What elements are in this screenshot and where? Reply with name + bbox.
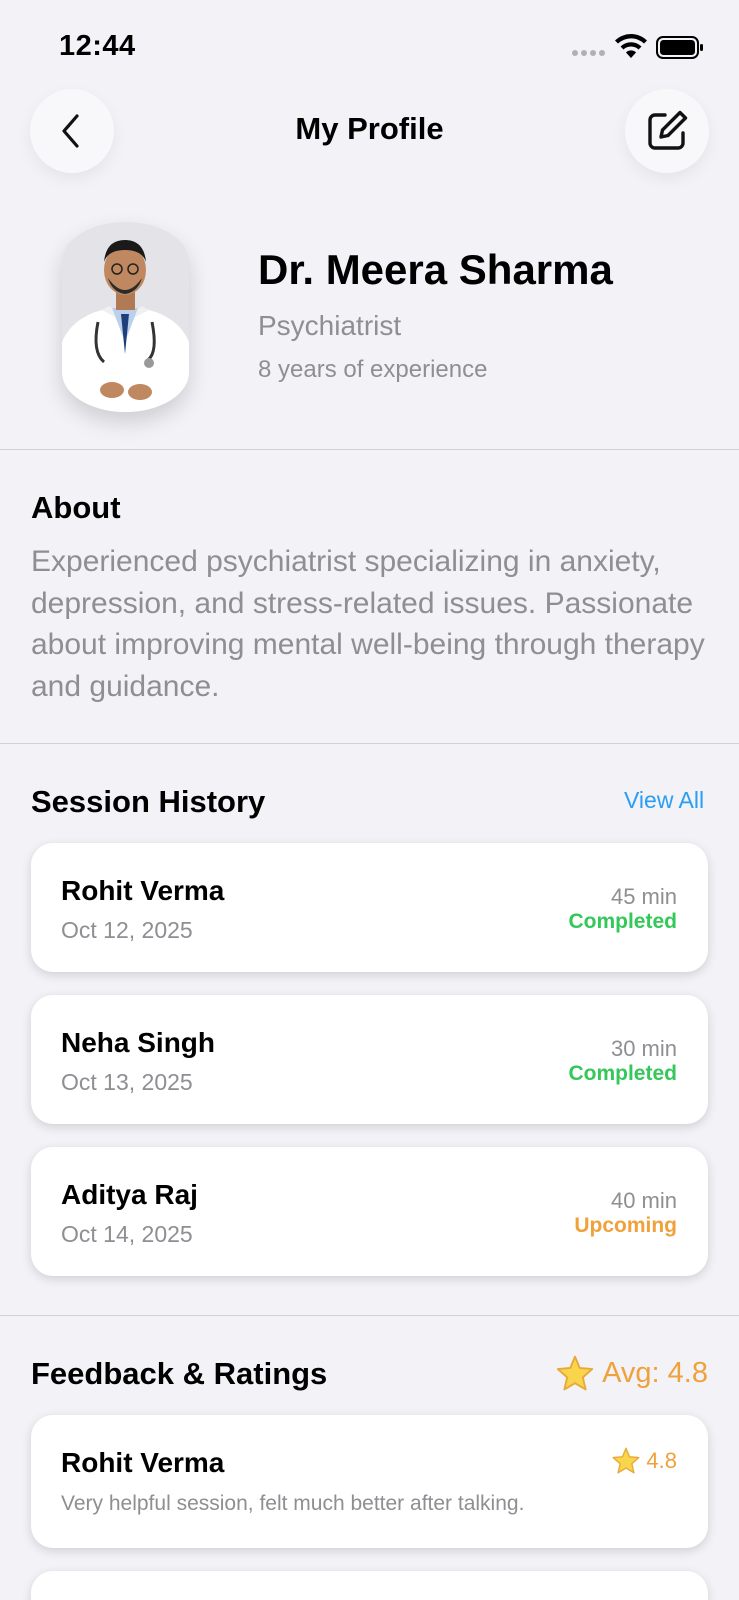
feedback-comment: Very helpful session, felt much better a… <box>61 1492 525 1515</box>
feedback-card[interactable] <box>31 1571 708 1600</box>
edit-profile-button[interactable] <box>625 89 709 173</box>
status-time: 12:44 <box>59 30 136 62</box>
session-patient-name: Aditya Raj <box>61 1179 198 1210</box>
feedback-card[interactable]: Rohit Verma 4.8 Very helpful session, fe… <box>31 1415 708 1548</box>
view-all-link[interactable]: View All <box>624 787 704 814</box>
divider <box>0 449 739 450</box>
session-card[interactable]: Neha Singh Oct 13, 2025 30 min Completed <box>31 995 708 1124</box>
star-icon <box>612 1447 640 1474</box>
session-status: Completed <box>568 910 677 933</box>
session-patient-name: Neha Singh <box>61 1027 216 1058</box>
battery-icon <box>656 36 703 59</box>
doctor-photo <box>62 222 189 412</box>
signal-icon <box>572 50 605 56</box>
session-patient-name: Rohit Verma <box>61 875 225 906</box>
wifi-icon <box>615 34 647 58</box>
divider <box>0 743 739 744</box>
feedback-patient-name: Rohit Verma <box>61 1447 225 1478</box>
session-date: Oct 13, 2025 <box>61 1069 193 1095</box>
average-rating-value: Avg: 4.8 <box>602 1356 708 1389</box>
session-status: Upcoming <box>574 1214 677 1237</box>
status-bar: 12:44 <box>0 0 739 90</box>
session-card[interactable]: Rohit Verma Oct 12, 2025 45 min Complete… <box>31 843 708 972</box>
session-status: Completed <box>568 1062 677 1085</box>
session-card[interactable]: Aditya Raj Oct 14, 2025 40 min Upcoming <box>31 1147 708 1276</box>
session-date: Oct 14, 2025 <box>61 1221 193 1247</box>
feedback-rating-value: 4.8 <box>646 1447 677 1473</box>
divider <box>0 1315 739 1316</box>
doctor-specialty: Psychiatrist <box>258 310 402 341</box>
session-date: Oct 12, 2025 <box>61 917 193 943</box>
doctor-experience: 8 years of experience <box>258 356 488 383</box>
doctor-name: Dr. Meera Sharma <box>258 246 613 293</box>
session-history-title: Session History <box>31 784 266 819</box>
session-duration: 40 min <box>610 1188 677 1213</box>
session-duration: 30 min <box>610 1036 677 1061</box>
average-rating: Avg: 4.8 <box>556 1355 708 1391</box>
avatar <box>62 222 189 412</box>
edit-icon <box>648 110 688 150</box>
feedback-title: Feedback & Ratings <box>31 1356 328 1391</box>
star-icon <box>556 1355 594 1391</box>
session-duration: 45 min <box>610 884 677 909</box>
about-text: Experienced psychiatrist specializing in… <box>31 545 705 703</box>
about-title: About <box>31 490 121 525</box>
feedback-rating: 4.8 <box>612 1447 677 1474</box>
